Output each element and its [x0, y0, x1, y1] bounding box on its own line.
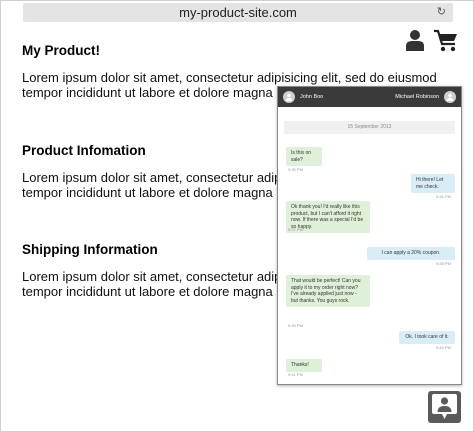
message-time: 9:38 PM — [436, 261, 451, 266]
section-title: My Product! — [22, 43, 101, 58]
reload-icon[interactable]: ↻ — [437, 5, 446, 18]
message-time: 9:40 PM — [436, 345, 451, 350]
message-time: 9:37 PM — [288, 227, 303, 232]
user-avatar-icon — [446, 93, 454, 101]
chat-message-agent: I can apply a 20% coupon. — [367, 247, 455, 260]
chat-message-customer: That would be perfect! Can you apply it … — [286, 275, 370, 307]
chat-message-customer: Is this on sale? — [286, 147, 322, 166]
chat-header: John Boo Michael Robinson — [278, 87, 461, 107]
message-time: 9:41 PM — [288, 372, 303, 377]
avatar — [444, 91, 456, 103]
chat-agent-name: Michael Robinson — [395, 94, 439, 100]
browser-window: my-product-site.com ↻ My Product! Lorem … — [0, 0, 474, 432]
url-text: my-product-site.com — [179, 5, 297, 20]
chat-date-divider: 15 September 2013 — [284, 121, 455, 134]
chat-message-customer: Thanks! — [286, 359, 322, 372]
chat-customer-name: John Boo — [300, 94, 324, 100]
chat-user-icon — [432, 394, 457, 419]
address-bar[interactable]: my-product-site.com ↻ — [23, 3, 453, 22]
avatar — [283, 91, 295, 103]
chat-message-agent: Ok. I took care of it. — [399, 331, 455, 344]
chat-message-agent: Hi there! Let me check. — [411, 174, 455, 193]
message-time: 9:35 PM — [288, 167, 303, 172]
chat-window: John Boo Michael Robinson 15 September 2… — [277, 86, 462, 385]
user-avatar-icon — [285, 93, 293, 101]
message-time: 9:36 PM — [436, 194, 451, 199]
section-text-line: Lorem ipsum dolor sit amet, consectetur … — [22, 70, 437, 85]
chat-toggle-button[interactable] — [428, 391, 461, 423]
message-time: 9:39 PM — [288, 323, 303, 328]
